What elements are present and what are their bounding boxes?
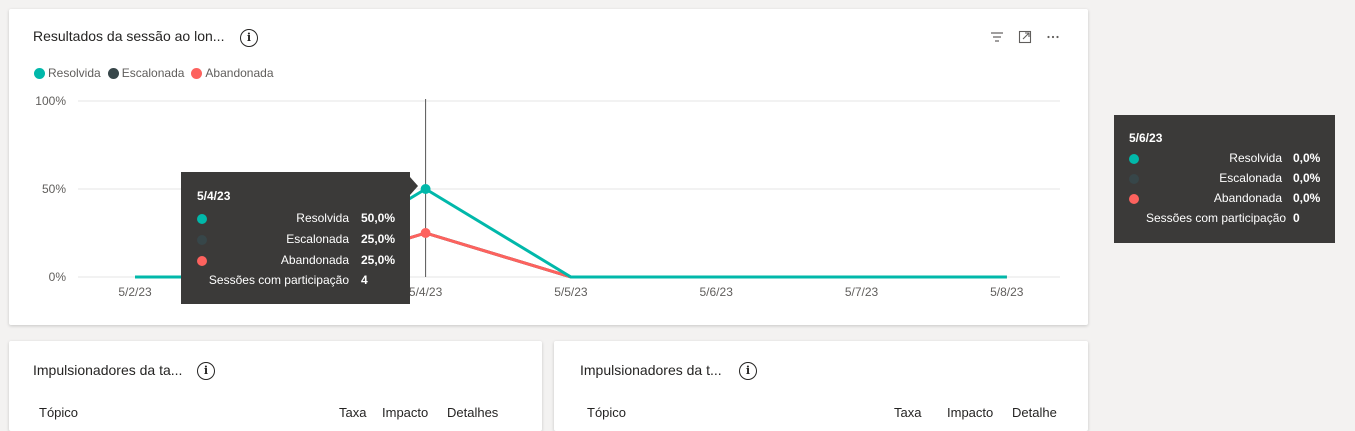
tooltip-date: 5/4/23 [197,189,231,203]
tooltip-row: Sessões com participação 0 [1114,211,1335,227]
tooltip-label: Abandonada [1213,191,1282,205]
tooltip-label: Sessões com participação [208,273,349,287]
tooltip-label: Resolvida [1229,151,1282,165]
y-tick-label: 0% [49,270,67,284]
series-point-resolvida [420,184,431,194]
tooltip-dot [197,235,207,245]
tooltip-row: Resolvida 0,0% [1114,151,1335,167]
line-chart[interactable]: 100%50%0%5/2/235/3/235/4/235/5/235/6/235… [9,9,1088,325]
tooltip-row: Resolvida 50,0% [181,211,410,227]
tooltip-value: 0 [1293,211,1300,225]
tooltip-label: Resolvida [296,211,349,225]
x-tick-label: 5/5/23 [554,285,588,299]
tooltip-value: 25,0% [361,232,396,246]
card-title: Impulsionadores da ta... [33,362,183,378]
tooltip-label: Sessões com participação [1146,211,1287,225]
series-line-abandonada [425,231,1007,279]
series-line-resolvida [424,187,1007,279]
tooltip-pointer [410,177,418,195]
x-tick-label: 5/6/23 [700,285,734,299]
tooltip-row: Escalonada 0,0% [1114,171,1335,187]
x-tick-label: 5/8/23 [990,285,1024,299]
tooltip-value: 25,0% [361,253,396,267]
tooltip-date: 5/6/23 [1129,131,1163,145]
tooltip-row: Escalonada 25,0% [181,232,410,248]
tooltip-value: 4 [361,273,368,287]
tooltip-label: Abandonada [280,253,349,267]
tooltip-dot [1129,154,1139,164]
tooltip-value: 0,0% [1293,171,1321,185]
x-tick-label: 5/7/23 [845,285,879,299]
tooltip-value: 0,0% [1293,151,1321,165]
tooltip-row: Abandonada 25,0% [181,253,410,269]
info-icon[interactable]: i [197,362,215,380]
y-tick-label: 50% [42,182,66,196]
x-tick-label: 5/4/23 [409,285,443,299]
tooltip-value: 0,0% [1293,191,1321,205]
tooltip-row: Sessões com participação 4 [181,273,410,289]
tooltip-value: 50,0% [361,211,396,225]
series-line-escalonada [425,231,1007,279]
info-icon[interactable]: i [739,362,757,380]
tooltip-dot [197,214,207,224]
y-tick-label: 100% [35,94,66,108]
side-tooltip: 5/6/23 Resolvida 0,0% Escalonada 0,0% Ab… [1114,115,1335,243]
x-tick-label: 5/2/23 [118,285,152,299]
tooltip-row: Abandonada 0,0% [1114,191,1335,207]
tooltip-dot [1129,174,1139,184]
session-results-card: Resultados da sessão ao lon... i Resolvi… [9,9,1088,325]
tooltip-label: Escalonada [286,232,349,246]
tooltip-dot [1129,194,1139,204]
chart-tooltip: 5/4/23 Resolvida 50,0% Escalonada 25,0% … [181,172,418,304]
series-point-abandonada [420,228,431,238]
card-title: Impulsionadores da t... [580,362,722,378]
tooltip-label: Escalonada [1219,171,1282,185]
tooltip-dot [197,256,207,266]
